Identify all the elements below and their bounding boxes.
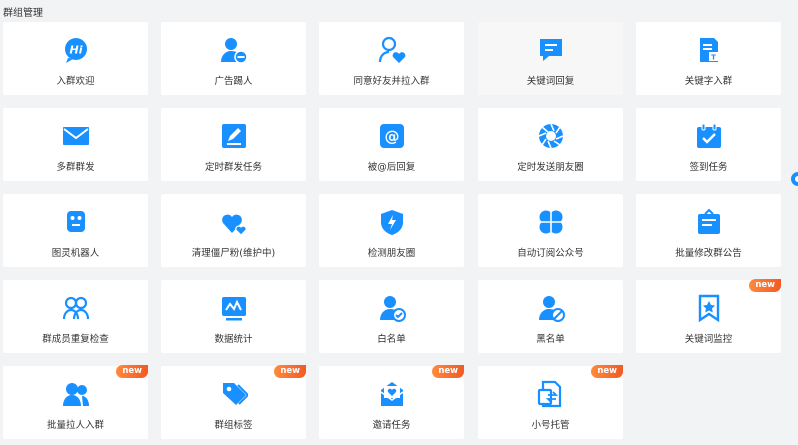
feature-card-label: 定时发送朋友圈: [517, 162, 584, 173]
feature-card[interactable]: 自动订阅公众号: [478, 194, 623, 267]
feature-card-label: 关键词回复: [526, 76, 575, 87]
feature-card-label: 数据统计: [214, 334, 253, 345]
feature-card[interactable]: 批量修改群公告: [636, 194, 781, 267]
feature-card-label: 被@后回复: [367, 162, 416, 173]
calendar-check-icon: [696, 123, 721, 148]
feature-card[interactable]: 定时群发任务: [161, 108, 306, 181]
feature-card-label: 检测朋友圈: [367, 248, 416, 259]
feature-card-label: 自动订阅公众号: [517, 248, 584, 259]
shield-bolt-icon: [380, 210, 403, 235]
mail-icon: [62, 127, 89, 145]
feature-card-label: 广告踢人: [214, 76, 253, 87]
feature-card-label: 关键字入群: [684, 76, 733, 87]
feature-card-label: 小号托管: [531, 420, 570, 431]
new-badge: new: [274, 365, 306, 378]
svg-text:Hi: Hi: [69, 44, 82, 57]
feature-card[interactable]: 同意好友并拉入群: [319, 22, 464, 95]
robot-icon: [66, 211, 85, 232]
feature-card[interactable]: 小号托管 new: [478, 365, 623, 439]
feature-card[interactable]: 白名单: [319, 280, 464, 353]
feature-card-label: 多群群发: [56, 162, 95, 173]
feature-card[interactable]: 定时发送朋友圈: [478, 108, 623, 181]
hearts-icon: [221, 214, 247, 236]
feature-card-label: 同意好友并拉入群: [353, 76, 430, 87]
user-heart-icon: [378, 36, 405, 63]
feature-card[interactable]: Hi 入群欢迎: [3, 22, 148, 95]
edit-square-icon: [221, 124, 246, 148]
new-badge: new: [749, 279, 781, 292]
user-minus-icon: [220, 38, 248, 64]
feature-card-label: 签到任务: [689, 162, 728, 173]
feature-card[interactable]: 多群群发: [3, 108, 148, 181]
star-bookmark-icon: [698, 294, 719, 322]
feature-card[interactable]: @ 被@后回复: [319, 108, 464, 181]
user-check-icon: [379, 296, 406, 322]
feature-card[interactable]: 邀请任务 new: [319, 365, 464, 439]
new-badge: new: [116, 365, 148, 378]
chat-bubble-icon: [539, 39, 562, 61]
feature-card[interactable]: 广告踢人: [161, 22, 306, 95]
feature-card[interactable]: T 关键字入群: [636, 22, 781, 95]
swap-doc-icon: [537, 380, 561, 408]
feature-card[interactable]: 数据统计: [161, 280, 306, 353]
feature-card[interactable]: 关键词回复: [478, 22, 623, 95]
feature-card-label: 清理僵尸粉(维护中): [191, 248, 276, 259]
feature-card-label: 群成员重复检查: [42, 334, 109, 345]
users-group-icon: [62, 296, 89, 320]
invite-mail-icon: [380, 382, 403, 406]
svg-text:@: @: [384, 128, 399, 146]
feature-card-label: 群组标签: [214, 420, 253, 431]
feature-card-label: 白名单: [377, 334, 406, 345]
feature-card[interactable]: 检测朋友圈: [319, 194, 464, 267]
notice-board-icon: [697, 208, 720, 234]
at-sign-icon: @: [379, 124, 404, 148]
tags-icon: [222, 383, 248, 405]
feature-card-label: 批量拉人入群: [46, 420, 104, 431]
svg-text:T: T: [711, 54, 716, 62]
users-add-icon: [62, 383, 89, 406]
feature-card[interactable]: 清理僵尸粉(维护中): [161, 194, 306, 267]
feature-card-label: 邀请任务: [372, 420, 411, 431]
feature-card-label: 黑名单: [536, 334, 565, 345]
new-badge: new: [432, 365, 464, 378]
feature-card[interactable]: 签到任务: [636, 108, 781, 181]
user-block-icon: [538, 296, 565, 322]
aperture-icon: [538, 123, 563, 149]
feature-card[interactable]: 群成员重复检查: [3, 280, 148, 353]
feature-card-label: 入群欢迎: [56, 76, 95, 87]
clover-icon: [538, 210, 563, 234]
floating-help-icon[interactable]: [788, 170, 798, 188]
page-title: 群组管理: [3, 8, 43, 19]
feature-card[interactable]: 黑名单: [478, 280, 623, 353]
feature-card-label: 批量修改群公告: [675, 248, 742, 259]
feature-card[interactable]: 批量拉人入群 new: [3, 365, 148, 439]
feature-card-label: 定时群发任务: [204, 162, 262, 173]
chart-monitor-icon: [221, 297, 246, 321]
feature-card[interactable]: 关键词监控 new: [636, 279, 781, 353]
feature-card[interactable]: 图灵机器人: [3, 194, 148, 267]
feature-card[interactable]: 群组标签 new: [161, 365, 306, 439]
feature-card-label: 图灵机器人: [51, 248, 100, 259]
hi-bubble-icon: Hi: [64, 38, 87, 63]
document-text-icon: T: [699, 38, 718, 62]
new-badge: new: [591, 365, 623, 378]
feature-card-label: 关键词监控: [684, 334, 733, 345]
